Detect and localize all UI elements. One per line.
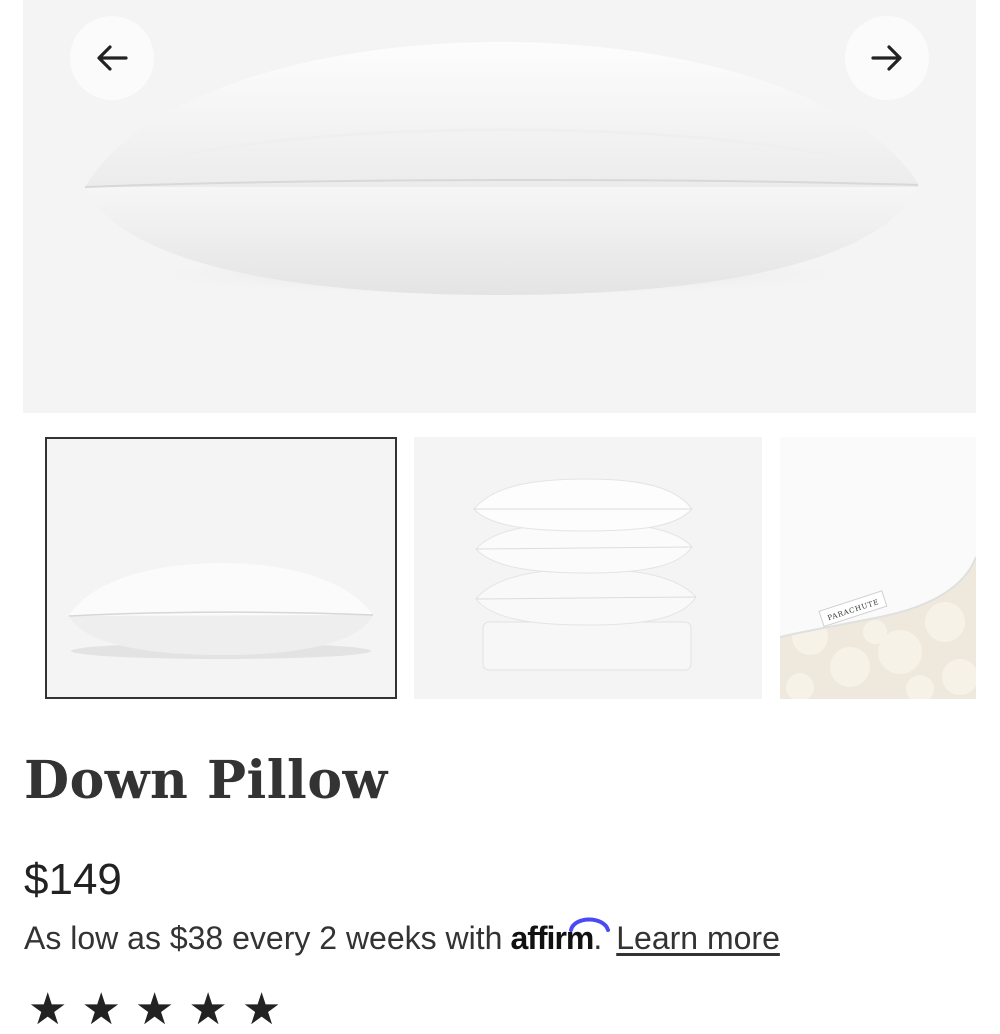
product-price: $149 <box>24 855 122 904</box>
affirm-arc-icon <box>569 917 611 932</box>
star-icon: ★ <box>241 985 282 1034</box>
next-image-button[interactable] <box>845 16 929 100</box>
rating-stars[interactable]: ★ ★ ★ ★ ★ <box>28 988 281 1032</box>
thumbnail-pillow-image <box>68 563 374 659</box>
star-icon: ★ <box>188 985 228 1034</box>
arrow-right-icon <box>871 45 902 71</box>
thumbnail-pillow-detail-image: PARACHUTE <box>780 437 976 699</box>
thumbnail-pillow-stack-image <box>473 478 697 671</box>
pillow-image <box>84 42 919 297</box>
thumbnail-1[interactable] <box>45 437 397 699</box>
affirm-logo: affirm <box>510 917 611 957</box>
star-icon: ★ <box>134 985 175 1034</box>
star-icon: ★ <box>28 985 68 1034</box>
product-title: Down Pillow <box>24 750 388 811</box>
product-hero-image <box>23 0 976 413</box>
arrow-left-icon <box>97 45 128 71</box>
star-icon: ★ <box>81 985 121 1034</box>
learn-more-link[interactable]: Learn more <box>616 920 780 957</box>
financing-text: As low as $38 every 2 weeks with <box>24 920 503 956</box>
previous-image-button[interactable] <box>70 16 154 100</box>
thumbnail-2[interactable] <box>414 437 762 699</box>
thumbnail-3[interactable]: PARACHUTE <box>780 437 976 699</box>
financing-message: As low as $38 every 2 weeks with affirm … <box>24 917 780 957</box>
